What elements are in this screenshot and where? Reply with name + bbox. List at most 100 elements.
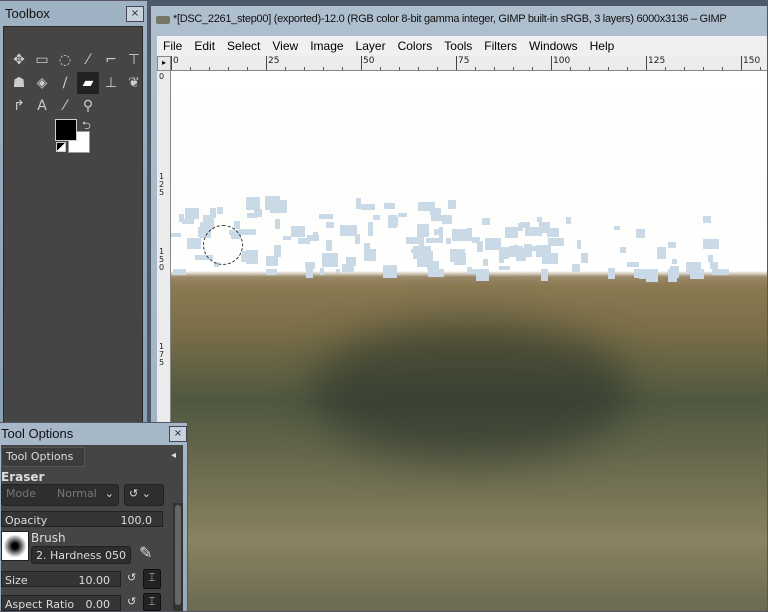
sky-patch: [449, 248, 465, 262]
sky-patch: [173, 269, 186, 276]
edit-brush-icon[interactable]: ✎: [139, 543, 152, 562]
tab-menu-icon[interactable]: ◂: [171, 450, 176, 461]
ruler-label: 150: [741, 56, 760, 70]
menu-file[interactable]: File: [157, 36, 188, 56]
move-tool[interactable]: ✥: [8, 49, 30, 71]
menu-filters[interactable]: Filters: [478, 36, 523, 56]
aspect-label: Aspect Ratio: [5, 598, 75, 611]
eraser-tool[interactable]: ▰: [77, 72, 99, 94]
sky-patch: [234, 220, 240, 229]
aspect-ratio-slider[interactable]: Aspect Ratio 0.00: [1, 595, 121, 611]
navigate-button[interactable]: ▸: [157, 56, 171, 71]
mode-select[interactable]: Mode Normal ⌄: [1, 484, 119, 506]
opacity-value: 100.0: [120, 514, 153, 527]
crop-tool[interactable]: ⌐: [100, 49, 122, 71]
reset-size-icon[interactable]: ↺: [127, 571, 136, 584]
sky-patch: [304, 262, 316, 269]
horizontal-ruler[interactable]: 0 25 50 75 100 125 150: [171, 56, 767, 71]
color-picker-tool[interactable]: ⁄: [54, 95, 76, 117]
sky-patch: [397, 212, 408, 218]
image-canvas[interactable]: [171, 71, 767, 611]
sky-patch: [405, 237, 420, 245]
sky-patch: [520, 222, 531, 228]
warp-tool[interactable]: ☗: [8, 72, 30, 94]
foreground-color[interactable]: [55, 119, 77, 141]
sky-patch: [576, 239, 582, 249]
menu-colors[interactable]: Colors: [392, 36, 439, 56]
menu-view[interactable]: View: [266, 36, 304, 56]
sky-patch: [318, 213, 334, 220]
ruler-label: 0: [171, 56, 179, 70]
menu-help[interactable]: Help: [584, 36, 621, 56]
gimp-icon: [156, 16, 170, 24]
size-label: Size: [5, 574, 28, 587]
tool-options-window: Tool Options × Tool Options ◂ Eraser Mod…: [0, 422, 188, 612]
sky-patch: [184, 207, 199, 219]
opacity-slider[interactable]: Opacity 100.0: [1, 511, 163, 527]
tool-name: Eraser: [1, 470, 45, 484]
sky-patch: [620, 246, 626, 253]
text-tool[interactable]: A: [31, 95, 53, 117]
smudge-tool[interactable]: ❦: [123, 72, 145, 94]
zoom-tool[interactable]: ⚲: [77, 95, 99, 117]
size-slider[interactable]: Size 10.00: [1, 571, 121, 587]
sky-patch: [382, 265, 398, 279]
sky-patch: [572, 263, 581, 272]
link-size-icon[interactable]: ⌶: [143, 569, 161, 589]
sky-patch: [445, 238, 452, 245]
tool-options-title: Tool Options: [1, 426, 74, 441]
sky-patch: [711, 269, 729, 276]
sky-patch: [447, 199, 456, 209]
fuzzy-select-tool[interactable]: ⁄: [77, 49, 99, 71]
tab-tool-options[interactable]: Tool Options: [1, 447, 85, 467]
sky-patch: [339, 224, 357, 236]
menu-edit[interactable]: Edit: [188, 36, 221, 56]
bucket-fill-tool[interactable]: ◈: [31, 72, 53, 94]
reset-icon: ↺ ⌄: [129, 487, 151, 500]
tab-label: Tool Options: [6, 450, 74, 463]
sky-patch: [335, 269, 341, 274]
mode-reset-dropdown[interactable]: ↺ ⌄: [124, 484, 164, 506]
sky-patch: [690, 269, 705, 280]
ruler-label: 25: [266, 56, 279, 70]
sky-patch: [499, 265, 511, 271]
sky-patch: [581, 252, 589, 264]
sky-patch: [273, 245, 282, 257]
sky-patch: [442, 214, 453, 224]
menubar: File Edit Select View Image Layer Colors Tools F…: [157, 36, 767, 56]
image-shadow: [311, 321, 631, 461]
menu-select[interactable]: Select: [221, 36, 266, 56]
ruler-label: 100: [551, 56, 570, 70]
paintbrush-tool[interactable]: ∕: [54, 72, 76, 94]
default-colors-icon[interactable]: [56, 142, 66, 152]
close-icon[interactable]: ×: [169, 426, 187, 442]
sky-patch: [187, 238, 202, 250]
sky-patch: [485, 238, 501, 250]
link-aspect-icon[interactable]: ⌶: [143, 593, 161, 611]
path-tool[interactable]: ↱: [8, 95, 30, 117]
sky-patch: [325, 239, 332, 251]
ruler-label: 150: [159, 247, 165, 272]
close-icon[interactable]: ×: [126, 6, 144, 22]
transform-tool[interactable]: ⊤: [123, 49, 145, 71]
image-window-title: *[DSC_2261_step00] (exported)-12.0 (RGB …: [173, 13, 727, 25]
sky-patch: [372, 214, 381, 221]
brush-preview[interactable]: [1, 531, 29, 561]
sky-patch: [501, 246, 510, 259]
sky-patch: [477, 240, 484, 253]
scrollbar[interactable]: [173, 503, 183, 611]
menu-windows[interactable]: Windows: [523, 36, 584, 56]
swap-colors-icon[interactable]: ⮌: [82, 117, 91, 136]
brush-name-field[interactable]: 2. Hardness 050: [31, 546, 131, 564]
clone-tool[interactable]: ⊥: [100, 72, 122, 94]
sky-patch: [667, 269, 677, 283]
lasso-tool[interactable]: ◌: [54, 49, 76, 71]
menu-image[interactable]: Image: [304, 36, 349, 56]
menu-layer[interactable]: Layer: [350, 36, 392, 56]
rect-select-tool[interactable]: ▭: [31, 49, 53, 71]
reset-aspect-icon[interactable]: ↺: [127, 595, 136, 608]
sky-patch: [668, 241, 676, 249]
sky-patch: [565, 217, 572, 225]
menu-tools[interactable]: Tools: [438, 36, 478, 56]
sky-patch: [306, 235, 319, 242]
